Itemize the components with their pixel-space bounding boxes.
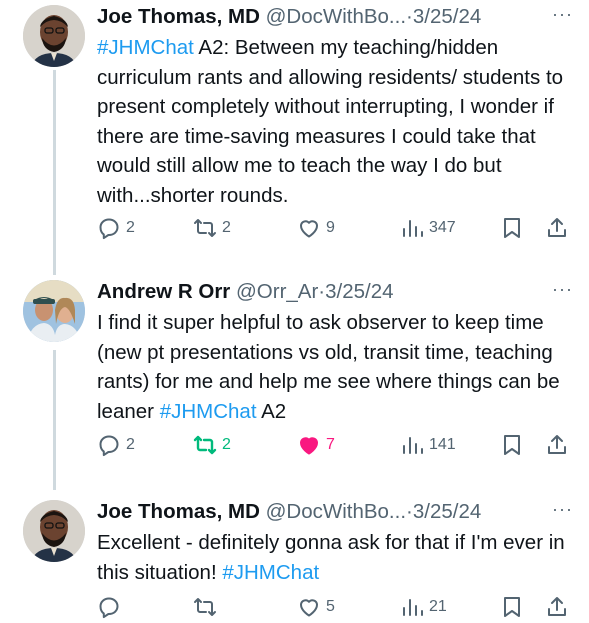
- tweet-text: I find it super helpful to ask observer …: [97, 308, 577, 426]
- separator-dot: ·: [406, 500, 413, 523]
- like-count: 9: [326, 219, 335, 236]
- repost-icon: [194, 598, 216, 616]
- tweet[interactable]: Joe Thomas, MD @DocWithBo...·3/25/24 ···…: [0, 495, 589, 623]
- share-button[interactable]: [545, 430, 569, 460]
- like-icon: [300, 437, 318, 455]
- share-icon: [548, 597, 566, 616]
- share-icon: [548, 435, 566, 454]
- tweet-header: Andrew R Orr @Orr_Ar·3/25/24 ···: [97, 279, 577, 305]
- author-handle[interactable]: @Orr_Ar: [236, 280, 318, 303]
- more-options-icon[interactable]: ···: [552, 1, 573, 27]
- reply-count: 2: [126, 219, 135, 236]
- author-handle[interactable]: @DocWithBo...: [266, 500, 406, 523]
- tweet-header: Joe Thomas, MD @DocWithBo...·3/25/24 ···: [97, 4, 577, 30]
- tweet[interactable]: Andrew R Orr @Orr_Ar·3/25/24 ··· I find …: [0, 275, 589, 485]
- avatar[interactable]: [23, 280, 85, 342]
- bookmark-icon: [504, 597, 520, 617]
- tweet-body: Excellent - definitely gonna ask for tha…: [97, 531, 565, 584]
- timestamp[interactable]: 3/25/24: [413, 500, 481, 523]
- views-button[interactable]: 141: [400, 430, 456, 460]
- bookmark-button[interactable]: [500, 592, 524, 622]
- repost-icon: [194, 219, 216, 237]
- hashtag-link[interactable]: #JHMChat: [97, 36, 194, 59]
- bookmark-button[interactable]: [500, 430, 524, 460]
- like-button[interactable]: 7: [297, 430, 335, 460]
- tweet-header: Joe Thomas, MD @DocWithBo...·3/25/24 ···: [97, 499, 577, 525]
- share-button[interactable]: [545, 213, 569, 243]
- like-count: 5: [326, 598, 335, 615]
- bookmark-button[interactable]: [500, 213, 524, 243]
- bookmark-icon: [504, 435, 520, 455]
- views-count: 141: [429, 436, 456, 453]
- like-count: 7: [326, 436, 335, 453]
- hashtag-link[interactable]: #JHMChat: [160, 400, 257, 423]
- share-button[interactable]: [545, 592, 569, 622]
- reply-button[interactable]: 2: [97, 430, 135, 460]
- views-icon: [403, 220, 423, 237]
- repost-button[interactable]: 2: [193, 213, 231, 243]
- reply-icon: [99, 597, 119, 619]
- views-count: 21: [429, 598, 447, 615]
- tweet-text: #JHMChat A2: Between my teaching/hidden …: [97, 33, 577, 210]
- repost-icon: [193, 435, 217, 455]
- reply-icon: [99, 435, 119, 457]
- action-bar: 5 21: [97, 592, 575, 622]
- share-icon: [548, 218, 566, 237]
- separator-dot: ·: [406, 5, 413, 28]
- tweet-body: A2: Between my teaching/hidden curriculu…: [97, 36, 564, 207]
- tweet-text: Excellent - definitely gonna ask for tha…: [97, 528, 577, 587]
- author-name[interactable]: Joe Thomas, MD: [97, 5, 260, 28]
- repost-count: 2: [222, 436, 231, 453]
- like-button[interactable]: 5: [297, 592, 335, 622]
- like-icon: [300, 599, 318, 617]
- author-handle[interactable]: @DocWithBo...: [266, 5, 406, 28]
- timestamp[interactable]: 3/25/24: [325, 280, 393, 303]
- like-button[interactable]: 9: [297, 213, 335, 243]
- views-icon: [403, 599, 423, 616]
- more-options-icon[interactable]: ···: [552, 496, 573, 522]
- repost-count: 2: [222, 219, 231, 236]
- reply-button[interactable]: [97, 592, 126, 622]
- avatar[interactable]: [23, 500, 85, 562]
- views-count: 347: [429, 219, 456, 236]
- timestamp[interactable]: 3/25/24: [413, 5, 481, 28]
- reply-count: 2: [126, 436, 135, 453]
- tweet-body-tail: A2: [256, 399, 287, 423]
- tweet[interactable]: Joe Thomas, MD @DocWithBo...·3/25/24 ···…: [0, 0, 589, 270]
- views-icon: [403, 437, 423, 454]
- author-name[interactable]: Joe Thomas, MD: [97, 500, 260, 523]
- like-icon: [300, 220, 318, 238]
- reply-button[interactable]: 2: [97, 213, 135, 243]
- reply-icon: [99, 218, 119, 240]
- bookmark-icon: [504, 218, 520, 238]
- hashtag-link[interactable]: #JHMChat: [222, 561, 319, 584]
- action-bar: 2 2 9 347: [97, 213, 575, 243]
- repost-button[interactable]: [193, 592, 222, 622]
- views-button[interactable]: 347: [400, 213, 456, 243]
- repost-button[interactable]: 2: [193, 430, 231, 460]
- more-options-icon[interactable]: ···: [552, 276, 573, 302]
- action-bar: 2 2 7 141: [97, 430, 575, 460]
- avatar[interactable]: [23, 5, 85, 67]
- author-name[interactable]: Andrew R Orr: [97, 280, 230, 303]
- views-button[interactable]: 21: [400, 592, 447, 622]
